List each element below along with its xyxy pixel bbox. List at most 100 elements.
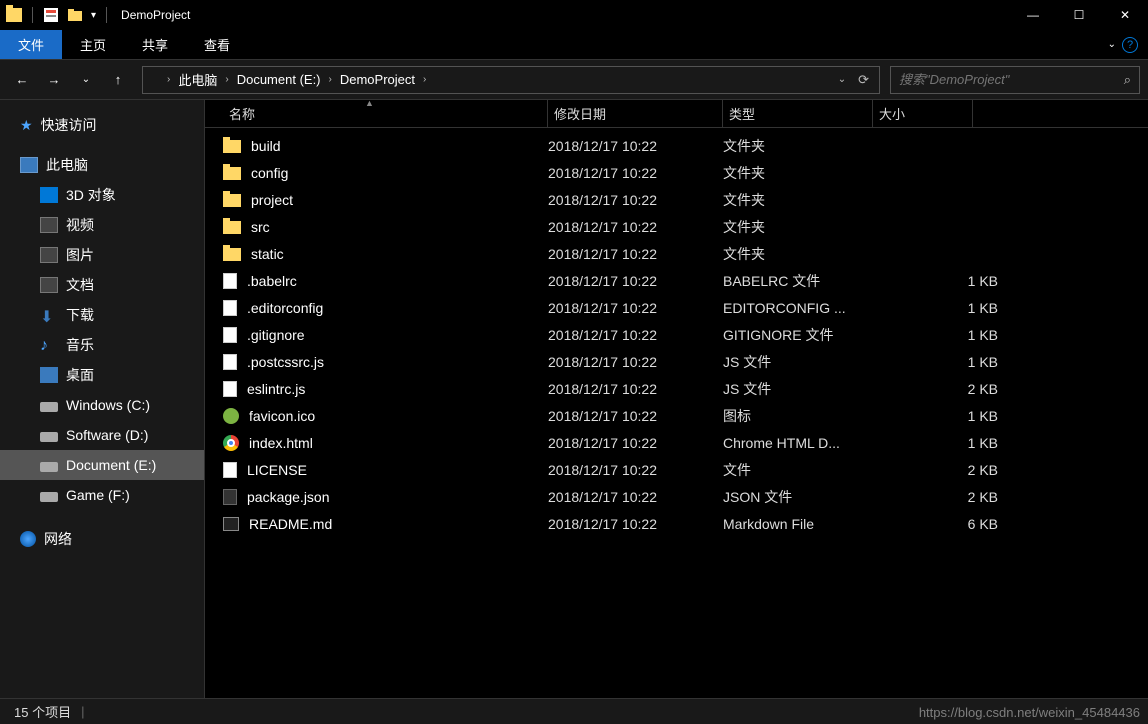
file-type: 文件夹 [723, 217, 918, 237]
sidebar-quick-access[interactable]: ★ 快速访问 [0, 110, 204, 140]
sidebar-item[interactable]: Windows (C:) [0, 390, 204, 420]
file-size: 2 KB [918, 381, 998, 397]
sidebar-item-label: Windows (C:) [66, 397, 150, 413]
history-dropdown[interactable]: ⌄ [72, 66, 100, 94]
folder-icon [223, 140, 241, 153]
watermark: https://blog.csdn.net/weixin_45484436 [919, 705, 1140, 720]
file-type: 图标 [723, 406, 918, 426]
file-row[interactable]: favicon.ico2018/12/17 10:22图标1 KB [205, 402, 1148, 429]
tab-view[interactable]: 查看 [186, 30, 248, 59]
sidebar-item[interactable]: 文档 [0, 270, 204, 300]
up-button[interactable]: ↑ [104, 66, 132, 94]
file-row[interactable]: .gitignore2018/12/17 10:22GITIGNORE 文件1 … [205, 321, 1148, 348]
item-count: 15 个项目 [14, 702, 71, 721]
file-type: JSON 文件 [723, 487, 918, 507]
sidebar-item[interactable]: Game (F:) [0, 480, 204, 510]
file-type: 文件 [723, 460, 918, 480]
maximize-button[interactable]: ☐ [1056, 0, 1102, 30]
file-name: .postcssrc.js [247, 354, 324, 370]
help-icon[interactable]: ? [1122, 37, 1138, 53]
file-row[interactable]: .editorconfig2018/12/17 10:22EDITORCONFI… [205, 294, 1148, 321]
address-dropdown-icon[interactable]: ⌄ [832, 74, 852, 85]
column-name[interactable]: 名称 [223, 100, 548, 127]
sidebar-this-pc[interactable]: 此电脑 [0, 150, 204, 180]
file-pane: ▲ 名称 修改日期 类型 大小 build2018/12/17 10:22文件夹… [205, 100, 1148, 698]
file-type: GITIGNORE 文件 [723, 325, 918, 345]
file-list: build2018/12/17 10:22文件夹config2018/12/17… [205, 128, 1148, 698]
ribbon: 文件 主页 共享 查看 ⌄ ? [0, 30, 1148, 60]
refresh-icon[interactable]: ⟳ [852, 72, 875, 88]
titlebar: ▾ DemoProject — ☐ ✕ [0, 0, 1148, 30]
properties-icon[interactable] [43, 7, 59, 23]
file-date: 2018/12/17 10:22 [548, 435, 723, 451]
breadcrumb-this-pc[interactable]: 此电脑 [174, 70, 221, 89]
sidebar-item[interactable]: 桌面 [0, 360, 204, 390]
file-name: eslintrc.js [247, 381, 305, 397]
chrome-icon [223, 435, 239, 451]
search-box[interactable]: ⌕ [890, 66, 1140, 94]
chevron-right-icon[interactable]: › [325, 74, 336, 85]
sidebar-item[interactable]: 3D 对象 [0, 180, 204, 210]
file-date: 2018/12/17 10:22 [548, 219, 723, 235]
sidebar-item-label: Game (F:) [66, 487, 130, 503]
folder-icon [147, 74, 161, 86]
file-row[interactable]: index.html2018/12/17 10:22Chrome HTML D.… [205, 429, 1148, 456]
file-name: .gitignore [247, 327, 305, 343]
sidebar-network[interactable]: 网络 [0, 524, 204, 554]
minimize-button[interactable]: — [1010, 0, 1056, 30]
file-row[interactable]: build2018/12/17 10:22文件夹 [205, 132, 1148, 159]
sidebar-item[interactable]: Software (D:) [0, 420, 204, 450]
column-headers: ▲ 名称 修改日期 类型 大小 [205, 100, 1148, 128]
file-row[interactable]: README.md2018/12/17 10:22Markdown File6 … [205, 510, 1148, 537]
search-icon[interactable]: ⌕ [1124, 72, 1131, 88]
column-type[interactable]: 类型 [723, 100, 873, 127]
file-row[interactable]: project2018/12/17 10:22文件夹 [205, 186, 1148, 213]
file-date: 2018/12/17 10:22 [548, 462, 723, 478]
sidebar-item[interactable]: ⬇下载 [0, 300, 204, 330]
search-input[interactable] [899, 72, 1124, 87]
column-size[interactable]: 大小 [873, 100, 973, 127]
file-row[interactable]: src 2018/12/17 10:22文件夹 [205, 213, 1148, 240]
ribbon-expand-icon[interactable]: ⌄ [1108, 39, 1116, 50]
separator [32, 7, 33, 23]
sidebar-item[interactable]: ♪音乐 [0, 330, 204, 360]
tab-file[interactable]: 文件 [0, 30, 62, 59]
file-type: JS 文件 [723, 352, 918, 372]
close-button[interactable]: ✕ [1102, 0, 1148, 30]
file-name: src [251, 219, 270, 235]
file-row[interactable]: .babelrc2018/12/17 10:22BABELRC 文件1 KB [205, 267, 1148, 294]
network-icon [20, 531, 36, 547]
separator: | [81, 704, 84, 719]
tab-home[interactable]: 主页 [62, 30, 124, 59]
chevron-right-icon[interactable]: › [221, 74, 232, 85]
3d-icon [40, 187, 58, 203]
file-row[interactable]: eslintrc.js2018/12/17 10:22JS 文件2 KB [205, 375, 1148, 402]
sidebar-item-label: Document (E:) [66, 457, 156, 473]
back-button[interactable]: ← [8, 66, 36, 94]
file-icon [223, 273, 237, 289]
file-row[interactable]: package.json2018/12/17 10:22JSON 文件2 KB [205, 483, 1148, 510]
column-date[interactable]: 修改日期 [548, 100, 723, 127]
qat-dropdown-icon[interactable]: ▾ [91, 10, 96, 21]
forward-button[interactable]: → [40, 66, 68, 94]
new-folder-icon[interactable] [67, 7, 83, 23]
breadcrumb-folder[interactable]: DemoProject [336, 72, 419, 87]
dl-icon: ⬇ [40, 307, 58, 323]
address-bar[interactable]: › 此电脑 › Document (E:) › DemoProject › ⌄ … [142, 66, 880, 94]
breadcrumb-drive[interactable]: Document (E:) [233, 72, 325, 87]
tab-share[interactable]: 共享 [124, 30, 186, 59]
json-icon [223, 489, 237, 505]
file-icon [223, 300, 237, 316]
js-icon [223, 354, 237, 370]
file-row[interactable]: LICENSE2018/12/17 10:22文件2 KB [205, 456, 1148, 483]
chevron-right-icon[interactable]: › [419, 74, 430, 85]
file-name: build [251, 138, 281, 154]
file-row[interactable]: static2018/12/17 10:22文件夹 [205, 240, 1148, 267]
chevron-right-icon[interactable]: › [163, 74, 174, 85]
sidebar-item[interactable]: 视频 [0, 210, 204, 240]
file-row[interactable]: .postcssrc.js2018/12/17 10:22JS 文件1 KB [205, 348, 1148, 375]
file-size: 1 KB [918, 327, 998, 343]
sidebar-item[interactable]: Document (E:) [0, 450, 204, 480]
sidebar-item[interactable]: 图片 [0, 240, 204, 270]
file-row[interactable]: config2018/12/17 10:22文件夹 [205, 159, 1148, 186]
